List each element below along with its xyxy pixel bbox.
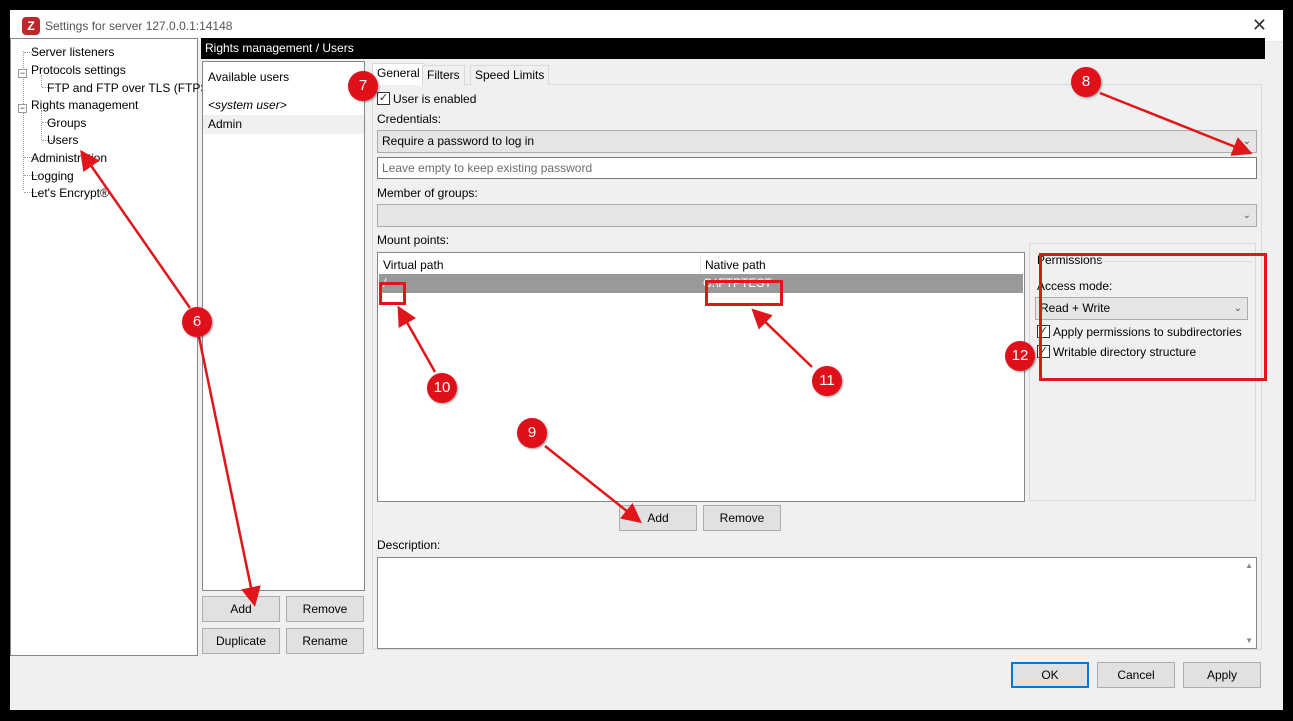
list-item-system-user[interactable]: <system user>: [203, 96, 364, 115]
remove-mount-point-button[interactable]: Remove: [703, 505, 781, 531]
password-input[interactable]: Leave empty to keep existing password: [377, 157, 1257, 179]
mount-points-table[interactable]: Virtual path Native path / C:\FTPTEST: [377, 252, 1025, 502]
apply-subdirectories-checkbox[interactable]: ✓: [1037, 325, 1050, 338]
filezilla-server-icon: Z: [22, 17, 40, 35]
close-icon[interactable]: ✕: [1252, 15, 1267, 36]
description-label: Description:: [377, 538, 441, 552]
mount-points-label: Mount points:: [377, 233, 450, 247]
collapse-icon[interactable]: −: [18, 104, 27, 113]
cancel-button[interactable]: Cancel: [1097, 662, 1175, 688]
settings-tree: Server listeners − Protocols settings FT…: [10, 38, 212, 656]
add-user-button[interactable]: Add: [202, 596, 280, 622]
writable-structure-checkbox[interactable]: ✓: [1037, 345, 1050, 358]
chevron-down-icon: ⌄: [1242, 136, 1251, 147]
tree-item-lets-encrypt[interactable]: Let's Encrypt®: [31, 186, 109, 200]
tree-item-ftp-ftps[interactable]: FTP and FTP over TLS (FTPS): [47, 81, 212, 95]
credentials-label: Credentials:: [377, 112, 442, 126]
chevron-down-icon: ⌄: [1242, 210, 1251, 221]
apply-subdirectories-label: Apply permissions to subdirectories: [1053, 325, 1242, 339]
virtual-path-cell[interactable]: /: [383, 274, 386, 293]
description-textarea[interactable]: ▲ ▼: [377, 557, 1257, 649]
tree-item-rights-management[interactable]: Rights management: [31, 98, 138, 112]
rename-user-button[interactable]: Rename: [286, 628, 364, 654]
add-mount-point-button[interactable]: Add: [619, 505, 697, 531]
native-path-cell[interactable]: C:\FTPTEST: [703, 274, 772, 293]
scroll-down-icon[interactable]: ▼: [1245, 636, 1253, 645]
column-header-virtual-path[interactable]: Virtual path: [378, 255, 444, 275]
window-title: Settings for server 127.0.0.1:14148: [45, 19, 233, 33]
user-enabled-checkbox[interactable]: ✓: [377, 92, 390, 105]
access-mode-value: Read + Write: [1040, 301, 1111, 315]
credentials-select[interactable]: Require a password to log in ⌄: [377, 130, 1257, 153]
tab-general[interactable]: General: [372, 63, 425, 85]
member-of-groups-label: Member of groups:: [377, 186, 478, 200]
permissions-legend: Permissions: [1035, 253, 1105, 267]
tree-item-users[interactable]: Users: [47, 133, 78, 147]
ok-button[interactable]: OK: [1011, 662, 1089, 688]
tree-item-server-listeners[interactable]: Server listeners: [31, 45, 114, 59]
remove-user-button[interactable]: Remove: [286, 596, 364, 622]
annotation-marker-10: 10: [427, 373, 457, 403]
table-row[interactable]: / C:\FTPTEST: [379, 274, 1023, 293]
access-mode-label: Access mode:: [1037, 279, 1113, 293]
annotation-marker-12: 12: [1005, 341, 1035, 371]
writable-structure-label: Writable directory structure: [1053, 345, 1197, 359]
annotation-marker-11: 11: [812, 366, 842, 396]
chevron-down-icon: ⌄: [1233, 303, 1242, 314]
access-mode-select[interactable]: Read + Write ⌄: [1035, 297, 1248, 320]
page-header: Rights management / Users: [201, 38, 1265, 59]
credentials-select-value: Require a password to log in: [382, 134, 535, 148]
column-header-native-path[interactable]: Native path: [700, 255, 766, 275]
apply-button[interactable]: Apply: [1183, 662, 1261, 688]
list-item-admin[interactable]: Admin: [203, 115, 364, 134]
annotation-marker-9: 9: [517, 418, 547, 448]
member-of-groups-select[interactable]: ⌄: [377, 204, 1257, 227]
collapse-icon[interactable]: −: [18, 69, 27, 78]
user-enabled-label: User is enabled: [393, 92, 477, 106]
permissions-legend-line: [1100, 261, 1252, 262]
tab-speed-limits[interactable]: Speed Limits: [470, 65, 550, 85]
duplicate-user-button[interactable]: Duplicate: [202, 628, 280, 654]
tree-item-logging[interactable]: Logging: [31, 169, 74, 183]
tree-item-administration[interactable]: Administration: [31, 151, 107, 165]
scroll-up-icon[interactable]: ▲: [1245, 561, 1253, 570]
annotation-marker-6: 6: [182, 307, 212, 337]
available-users-list[interactable]: Available users <system user> Admin: [202, 61, 365, 591]
tree-item-protocols-settings[interactable]: Protocols settings: [31, 63, 126, 77]
tree-item-groups[interactable]: Groups: [47, 116, 86, 130]
available-users-header: Available users: [208, 70, 290, 84]
tree-guide-line: [41, 110, 42, 140]
annotation-marker-8: 8: [1071, 67, 1101, 97]
tab-filters[interactable]: Filters: [422, 65, 465, 85]
annotation-marker-7: 7: [348, 71, 378, 101]
